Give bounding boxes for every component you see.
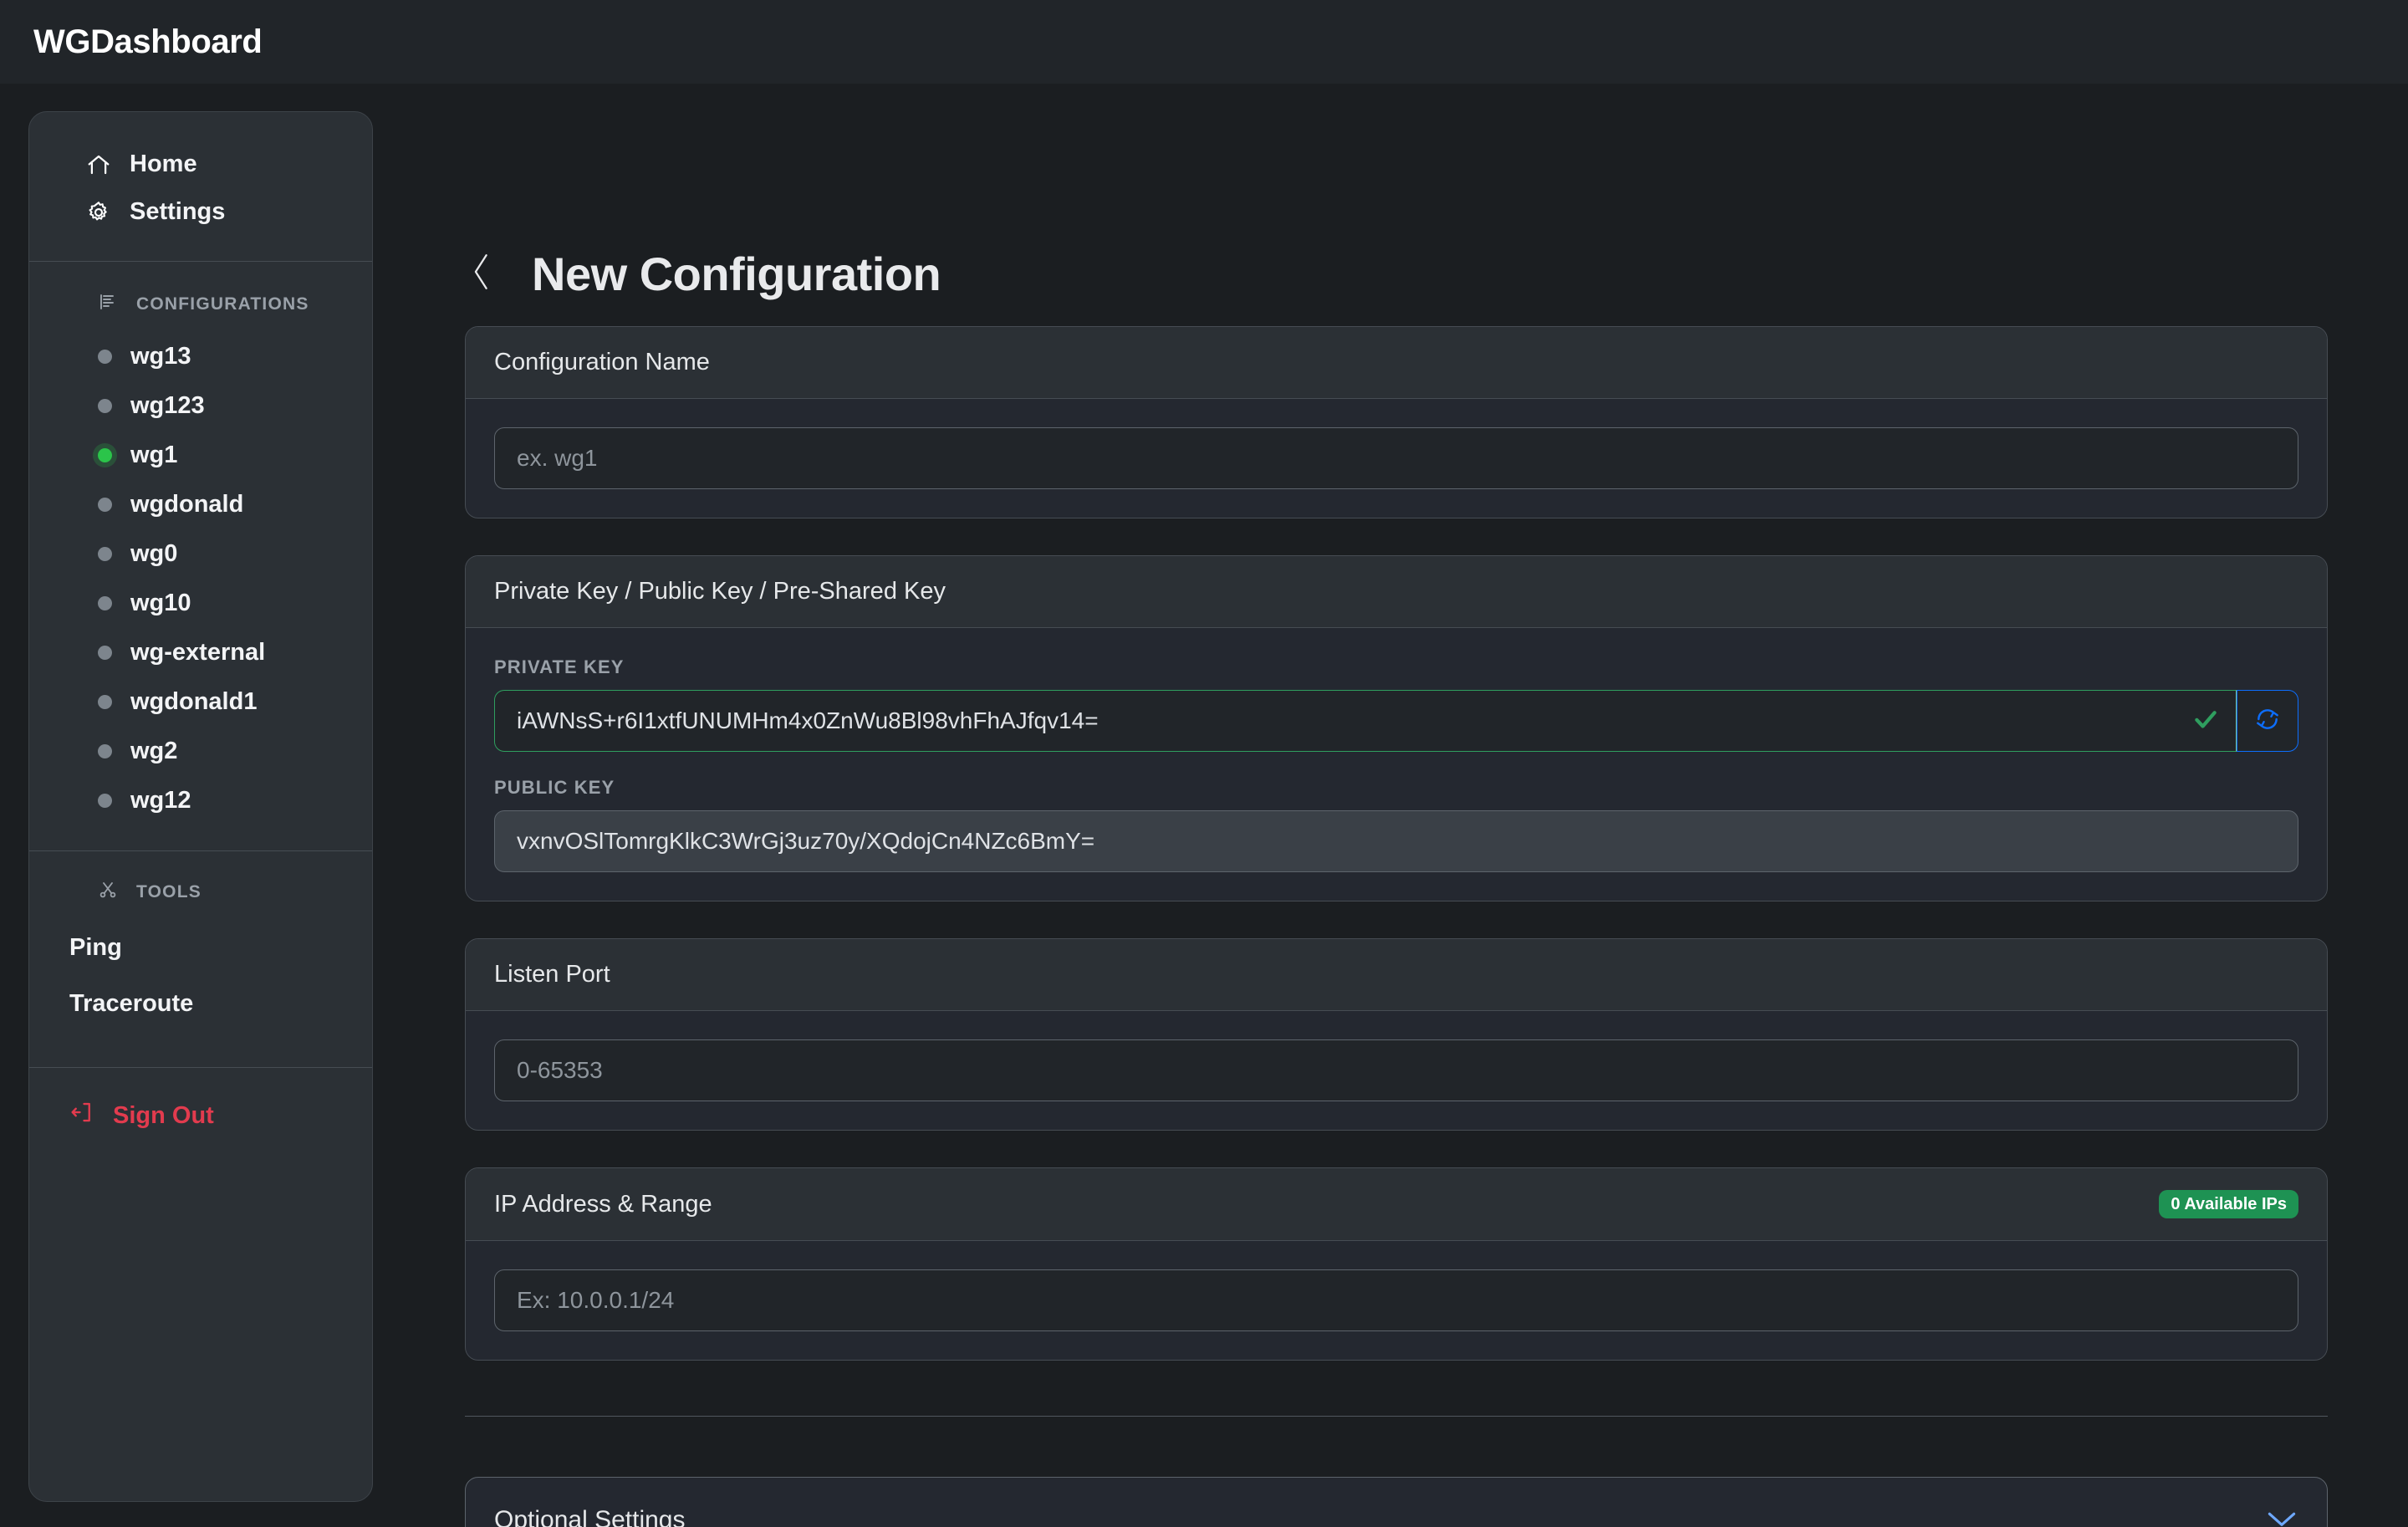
private-key-group [494,690,2298,752]
ip-address-range-card-header: IP Address & Range 0 Available IPs [466,1168,2327,1241]
chevron-down-icon [2265,1508,2298,1527]
private-key-input[interactable] [494,690,2175,752]
private-key-valid-indicator [2175,690,2237,752]
flag-icon [98,292,118,317]
config-label: wg123 [130,392,205,419]
sign-out-button[interactable]: Sign Out [69,1100,372,1131]
configuration-name-card: Configuration Name [465,326,2328,518]
top-bar: WGDashboard [0,0,2408,84]
status-dot-icon [98,646,112,660]
gear-icon [86,200,111,225]
sidebar-configurations-section: CONFIGURATIONS wg13 wg123 wg1 wgdonald w… [29,262,372,850]
optional-settings-title: Optional Settings [494,1506,686,1527]
public-key-input[interactable] [494,810,2298,872]
back-button[interactable] [465,251,498,298]
chevron-left-icon [467,250,496,298]
regenerate-private-key-button[interactable] [2237,690,2298,752]
listen-port-card: Listen Port [465,938,2328,1131]
ip-address-range-card-body [466,1241,2327,1360]
sidebar-tools-section: TOOLS Ping Traceroute [29,851,372,1067]
config-label: wg-external [130,639,266,666]
configuration-name-title: Configuration Name [494,349,710,375]
page-shell: Home Settings CONFIGURATIONS wg13 wg123 … [0,84,2408,1527]
page-header: New Configuration [465,84,2328,326]
status-dot-icon [98,399,112,413]
sidebar-config-wg-external[interactable]: wg-external [29,628,372,677]
sidebar-config-wgdonald1[interactable]: wgdonald1 [29,677,372,727]
sidebar-signout-section: Sign Out [29,1068,372,1131]
sidebar-config-wg1[interactable]: wg1 [29,431,372,480]
config-label: wg13 [130,343,191,370]
status-dot-icon [98,547,112,561]
keys-card-header: Private Key / Public Key / Pre-Shared Ke… [466,556,2327,628]
optional-settings-toggle[interactable]: Optional Settings [465,1477,2328,1527]
tools-icon [98,880,118,905]
ip-address-range-input[interactable] [494,1269,2298,1331]
sidebar-config-wg13[interactable]: wg13 [29,332,372,381]
status-dot-icon-active [98,448,112,462]
sign-out-icon [69,1100,94,1131]
ip-address-range-title: IP Address & Range [494,1190,712,1218]
status-dot-icon [98,695,112,709]
listen-port-card-body [466,1011,2327,1130]
configuration-name-card-header: Configuration Name [466,327,2327,399]
config-label: wgdonald [130,491,244,518]
tools-heading-label: TOOLS [136,882,202,901]
configuration-name-card-body [466,399,2327,518]
config-label: wg12 [130,787,191,814]
sidebar-item-ping[interactable]: Ping [29,920,372,976]
available-ips-badge: 0 Available IPs [2159,1190,2298,1218]
sidebar-config-wg2[interactable]: wg2 [29,727,372,776]
sidebar-item-settings[interactable]: Settings [29,188,372,236]
sidebar-nav-section: Home Settings [29,112,372,261]
app-brand: WGDashboard [33,23,263,60]
config-label: wg10 [130,590,191,616]
sidebar-config-wgdonald[interactable]: wgdonald [29,480,372,529]
check-icon [2191,705,2220,738]
configurations-heading-label: CONFIGURATIONS [136,294,309,314]
sidebar-config-wg12[interactable]: wg12 [29,776,372,825]
status-dot-icon [98,794,112,808]
page-title: New Configuration [532,248,941,300]
keys-title: Private Key / Public Key / Pre-Shared Ke… [494,578,946,605]
status-dot-icon [98,350,112,364]
listen-port-input[interactable] [494,1039,2298,1101]
public-key-label: PUBLIC KEY [494,777,615,798]
section-separator [465,1416,2328,1417]
tools-heading: TOOLS [29,855,372,920]
status-dot-icon [98,498,112,512]
listen-port-card-header: Listen Port [466,939,2327,1011]
sidebar-item-home[interactable]: Home [29,140,372,188]
config-label: wgdonald1 [130,688,258,715]
config-label: wg0 [130,540,178,567]
sidebar-config-wg0[interactable]: wg0 [29,529,372,579]
sidebar-config-wg123[interactable]: wg123 [29,381,372,431]
config-label: wg2 [130,738,178,764]
sidebar-item-home-label: Home [130,151,197,177]
sidebar-item-traceroute[interactable]: Traceroute [29,976,372,1032]
sidebar-config-wg10[interactable]: wg10 [29,579,372,628]
configuration-name-input[interactable] [494,427,2298,489]
main-content: New Configuration Configuration Name Pri… [373,84,2408,1527]
keys-card: Private Key / Public Key / Pre-Shared Ke… [465,555,2328,901]
sign-out-label: Sign Out [113,1101,214,1129]
status-dot-icon [98,596,112,610]
ip-address-range-card: IP Address & Range 0 Available IPs [465,1167,2328,1361]
sidebar-item-settings-label: Settings [130,198,226,225]
home-icon [86,152,111,177]
configurations-heading: CONFIGURATIONS [29,267,372,332]
listen-port-title: Listen Port [494,961,610,988]
config-label: wg1 [130,442,178,468]
sidebar: Home Settings CONFIGURATIONS wg13 wg123 … [28,111,373,1502]
private-key-label: PRIVATE KEY [494,656,625,677]
keys-card-body: PRIVATE KEY iAWNsS+r6I1xtfUNUMHm4x0ZnWu8… [466,628,2327,901]
refresh-icon [2254,706,2281,737]
status-dot-icon [98,744,112,758]
